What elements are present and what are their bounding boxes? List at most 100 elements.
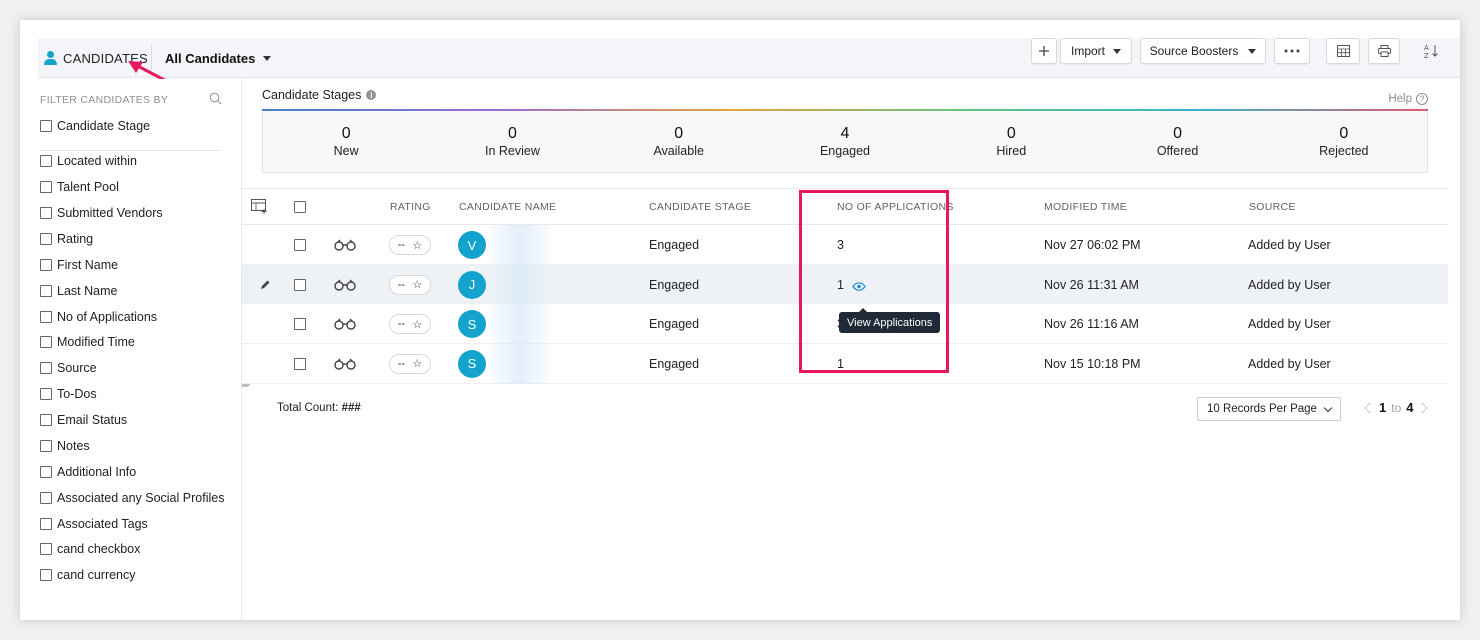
filter-item[interactable]: No of Applications xyxy=(40,310,157,324)
filter-label: Associated Tags xyxy=(57,517,148,531)
avatar-cell: S xyxy=(458,304,486,344)
print-button[interactable] xyxy=(1368,38,1400,64)
filter-checkbox[interactable] xyxy=(40,181,52,193)
filter-item[interactable]: Talent Pool xyxy=(40,180,119,194)
rating-control[interactable]: -- ☆ xyxy=(389,274,431,295)
filter-checkbox[interactable] xyxy=(40,388,52,400)
modified-time-cell: Nov 15 10:18 PM xyxy=(1044,356,1141,371)
filter-item[interactable]: Located within xyxy=(40,154,137,168)
search-icon[interactable] xyxy=(209,92,222,105)
star-icon[interactable]: ☆ xyxy=(412,239,422,252)
filter-label: Email Status xyxy=(57,413,128,427)
more-button[interactable] xyxy=(1274,38,1310,64)
stage-cell: Engaged xyxy=(649,238,700,252)
info-icon[interactable]: i xyxy=(366,90,377,100)
stage-item[interactable]: 0 Hired xyxy=(928,111,1094,172)
filter-item[interactable]: cand currency xyxy=(40,568,136,582)
filter-item[interactable]: Submitted Vendors xyxy=(40,206,163,220)
stage-item[interactable]: 0 New xyxy=(263,111,429,172)
filter-checkbox[interactable] xyxy=(40,518,52,530)
filter-checkbox[interactable] xyxy=(40,120,52,132)
avatar[interactable]: S xyxy=(458,310,486,338)
source-boosters-button[interactable]: Source Boosters xyxy=(1140,38,1266,64)
per-page-label: 10 Records Per Page xyxy=(1207,403,1317,415)
select-all-checkbox[interactable] xyxy=(294,201,306,213)
filter-checkbox[interactable] xyxy=(40,259,52,271)
edit-icon[interactable] xyxy=(260,265,271,305)
binoculars-icon[interactable] xyxy=(334,304,356,344)
candidate-stage-header[interactable]: CANDIDATE STAGE xyxy=(649,201,751,213)
filter-label: Talent Pool xyxy=(57,180,119,194)
column-settings-icon[interactable] xyxy=(251,199,269,215)
binoculars-icon[interactable] xyxy=(334,265,356,305)
filter-checkbox[interactable] xyxy=(40,233,52,245)
stage-count: 0 xyxy=(674,125,684,142)
row-checkbox[interactable] xyxy=(294,318,306,330)
filter-item[interactable]: To-Dos xyxy=(40,387,97,401)
redacted-name[interactable] xyxy=(491,343,549,384)
filter-item[interactable]: Rating xyxy=(40,232,93,246)
filter-checkbox[interactable] xyxy=(40,285,52,297)
stage-cell: Engaged xyxy=(649,277,700,292)
sort-button[interactable]: A Z xyxy=(1418,38,1444,64)
filter-checkbox[interactable] xyxy=(40,466,52,478)
filter-checkbox[interactable] xyxy=(40,207,52,219)
filter-item[interactable]: Candidate Stage xyxy=(40,119,150,133)
star-icon[interactable]: ☆ xyxy=(412,357,422,370)
filter-checkbox[interactable] xyxy=(40,336,52,348)
filter-checkbox[interactable] xyxy=(40,362,52,374)
source-boosters-label: Source Boosters xyxy=(1149,44,1239,58)
stage-item[interactable]: 0 Offered xyxy=(1094,111,1260,172)
prev-page-icon[interactable] xyxy=(1364,401,1376,414)
filter-item[interactable]: Source xyxy=(40,361,97,375)
help-link[interactable]: Help ? xyxy=(1388,93,1428,105)
add-button[interactable] xyxy=(1031,38,1057,64)
filter-checkbox[interactable] xyxy=(40,492,52,504)
row-checkbox[interactable] xyxy=(294,278,306,291)
filter-item[interactable]: Modified Time xyxy=(40,335,135,349)
rating-control[interactable]: -- ☆ xyxy=(389,235,431,255)
import-button[interactable]: Import xyxy=(1060,38,1132,64)
records-per-page-select[interactable]: 10 Records Per Page xyxy=(1197,397,1341,421)
filter-item[interactable]: cand checkbox xyxy=(40,542,140,556)
binoculars-icon[interactable] xyxy=(334,225,356,265)
filter-item[interactable]: Last Name xyxy=(40,284,117,298)
avatar-cell: S xyxy=(458,344,486,384)
filter-checkbox[interactable] xyxy=(40,543,52,555)
avatar[interactable]: S xyxy=(458,349,486,378)
avatar[interactable]: J xyxy=(458,270,486,299)
row-checkbox[interactable] xyxy=(294,357,306,370)
redacted-name[interactable] xyxy=(491,225,549,265)
row-checkbox[interactable] xyxy=(294,239,306,251)
stage-item[interactable]: 4 Engaged xyxy=(762,111,928,172)
star-icon[interactable]: ☆ xyxy=(412,318,422,331)
calendar-button[interactable] xyxy=(1326,38,1360,64)
filter-checkbox[interactable] xyxy=(40,155,52,167)
stage-item[interactable]: 0 Rejected xyxy=(1261,111,1427,172)
filter-item[interactable]: Email Status xyxy=(40,413,127,427)
binoculars-icon[interactable] xyxy=(334,344,356,384)
redacted-name[interactable] xyxy=(491,264,549,305)
filter-item[interactable]: Associated any Social Profiles xyxy=(40,491,224,505)
filter-checkbox[interactable] xyxy=(40,414,52,426)
stage-item[interactable]: 0 Available xyxy=(596,111,762,172)
rating-header[interactable]: RATING xyxy=(390,201,431,213)
filter-checkbox[interactable] xyxy=(40,311,52,323)
next-page-icon[interactable] xyxy=(1416,401,1429,414)
candidate-name-header[interactable]: CANDIDATE NAME xyxy=(459,201,556,213)
rating-control[interactable]: -- ☆ xyxy=(389,353,431,374)
filter-item[interactable]: First Name xyxy=(40,258,118,272)
filter-checkbox[interactable] xyxy=(40,440,52,452)
source-header[interactable]: SOURCE xyxy=(1249,201,1296,213)
redacted-name[interactable] xyxy=(491,304,549,344)
filter-item[interactable]: Additional Info xyxy=(40,465,136,479)
filter-item[interactable]: Notes xyxy=(40,439,90,453)
avatar[interactable]: V xyxy=(458,231,486,259)
filter-item[interactable]: Associated Tags xyxy=(40,517,148,531)
star-icon[interactable]: ☆ xyxy=(412,278,422,291)
modified-time-header[interactable]: MODIFIED TIME xyxy=(1044,201,1127,213)
filter-checkbox[interactable] xyxy=(40,569,52,581)
stage-item[interactable]: 0 In Review xyxy=(429,111,595,172)
total-count: Total Count: ### xyxy=(277,402,361,414)
rating-control[interactable]: -- ☆ xyxy=(389,314,431,334)
